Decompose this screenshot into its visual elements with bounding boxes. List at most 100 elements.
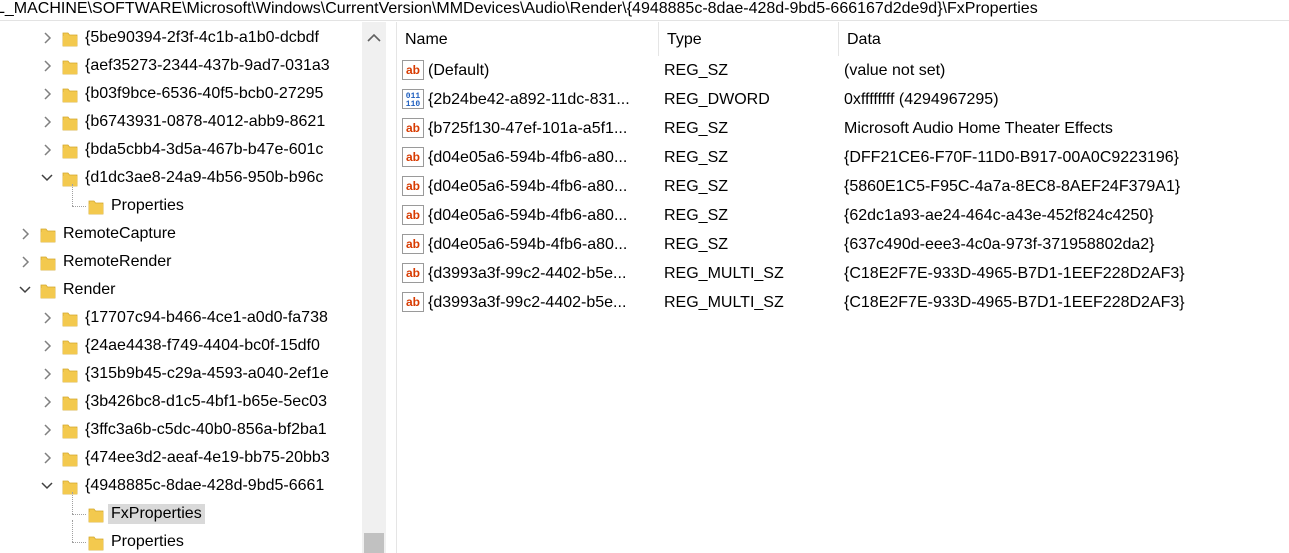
tree-item[interactable]: {3b426bc8-d1c5-4bf1-b65e-5ec03	[0, 388, 362, 416]
svg-text:ab: ab	[406, 121, 420, 135]
value-type-cell: REG_SZ	[664, 207, 729, 224]
tree-connector	[72, 492, 73, 514]
folder-icon	[40, 254, 56, 271]
tree-item-label: {aef35273-2344-437b-9ad7-031a3	[85, 57, 330, 74]
tree-item[interactable]: {3ffc3a6b-c5dc-40b0-856a-bf2ba1	[0, 416, 362, 444]
string-value-icon: ab	[402, 118, 424, 138]
address-bar[interactable]: L_MACHINE\SOFTWARE\Microsoft\Windows\Cur…	[0, 0, 1289, 21]
chevron-down-icon[interactable]	[18, 282, 32, 298]
string-value-icon: ab	[402, 176, 424, 196]
tree-item[interactable]: RemoteRender	[0, 248, 362, 276]
folder-icon	[88, 198, 104, 215]
tree-connector	[72, 520, 73, 542]
column-header-data[interactable]: Data	[839, 22, 1289, 56]
tree-item-label: Properties	[111, 197, 184, 214]
chevron-down-icon[interactable]	[40, 478, 54, 494]
table-row[interactable]: ab {d04e05a6-594b-4fb6-a80... REG_SZ {DFF21…	[397, 143, 1289, 172]
tree-item[interactable]: Properties	[0, 528, 362, 553]
value-name-cell: {d3993a3f-99c2-4402-b5e...	[428, 294, 627, 311]
table-row[interactable]: ab {b725f130-47ef-101a-a5f1... REG_SZ Micro…	[397, 114, 1289, 143]
list-header: Name Type Data	[397, 22, 1289, 56]
svg-text:ab: ab	[406, 63, 420, 77]
tree-item-label: {bda5cbb4-3d5a-467b-b47e-601c	[85, 141, 324, 158]
tree-item[interactable]: {4948885c-8dae-428d-9bd5-6661	[0, 472, 362, 500]
table-row[interactable]: 011 110 {2b24be42-a892-11dc-831... REG_DWOR…	[397, 85, 1289, 114]
tree-item[interactable]: Render	[0, 276, 362, 304]
chevron-right-icon[interactable]	[18, 254, 32, 270]
tree-connector	[72, 514, 86, 515]
value-data-cell: Microsoft Audio Home Theater Effects	[844, 120, 1113, 137]
folder-icon	[62, 30, 78, 47]
chevron-right-icon[interactable]	[40, 338, 54, 354]
svg-text:ab: ab	[406, 150, 420, 164]
tree-item[interactable]: {bda5cbb4-3d5a-467b-b47e-601c	[0, 136, 362, 164]
chevron-right-icon[interactable]	[40, 142, 54, 158]
chevron-right-icon[interactable]	[40, 366, 54, 382]
string-value-icon: ab	[402, 147, 424, 167]
value-data-cell: {5860E1C5-F95C-4a7a-8EC8-8AEF24F379A1}	[844, 178, 1181, 195]
chevron-right-icon[interactable]	[40, 86, 54, 102]
folder-icon	[88, 534, 104, 551]
folder-icon	[62, 114, 78, 131]
chevron-right-icon[interactable]	[40, 114, 54, 130]
pane-splitter[interactable]	[386, 22, 397, 553]
chevron-right-icon[interactable]	[40, 422, 54, 438]
svg-text:ab: ab	[406, 266, 420, 280]
chevron-right-icon[interactable]	[40, 30, 54, 46]
value-data-cell: (value not set)	[844, 62, 946, 79]
tree-scrollbar[interactable]	[362, 22, 386, 553]
table-row[interactable]: ab {d04e05a6-594b-4fb6-a80... REG_SZ {5860E…	[397, 172, 1289, 201]
chevron-right-icon[interactable]	[40, 58, 54, 74]
value-type-cell: REG_SZ	[664, 149, 729, 166]
value-name-cell: {b725f130-47ef-101a-a5f1...	[428, 120, 628, 137]
folder-icon	[40, 226, 56, 243]
values-list[interactable]: Name Type Data ab (Default) REG_SZ (value n…	[397, 22, 1289, 553]
string-value-icon: ab	[402, 205, 424, 225]
tree-item-label: {24ae4438-f749-4404-bc0f-15df0	[85, 337, 320, 354]
column-header-type[interactable]: Type	[659, 22, 839, 56]
tree-item-label: {3b426bc8-d1c5-4bf1-b65e-5ec03	[85, 393, 327, 410]
tree-connector	[72, 542, 86, 543]
value-type-cell: REG_SZ	[664, 62, 729, 79]
tree-item[interactable]: {b03f9bce-6536-40f5-bcb0-27295	[0, 80, 362, 108]
registry-key-tree[interactable]: {5be90394-2f3f-4c1b-a1b0-dcbdf {aef35273-…	[0, 22, 386, 553]
tree-item[interactable]: {5be90394-2f3f-4c1b-a1b0-dcbdf	[0, 24, 362, 52]
tree-item[interactable]: {17707c94-b466-4ce1-a0d0-fa738	[0, 304, 362, 332]
chevron-right-icon[interactable]	[18, 226, 32, 242]
chevron-right-icon[interactable]	[40, 450, 54, 466]
tree-item[interactable]: {315b9b45-c29a-4593-a040-2ef1e	[0, 360, 362, 388]
tree-item[interactable]: Properties	[0, 192, 362, 220]
scroll-up-icon[interactable]	[367, 30, 381, 48]
value-type-cell: REG_MULTI_SZ	[664, 294, 784, 311]
tree-item[interactable]: {aef35273-2344-437b-9ad7-031a3	[0, 52, 362, 80]
tree-connector	[72, 184, 73, 206]
tree-item[interactable]: {b6743931-0878-4012-abb9-8621	[0, 108, 362, 136]
table-row[interactable]: ab {d3993a3f-99c2-4402-b5e... REG_MULTI_SZ…	[397, 288, 1289, 317]
table-row[interactable]: ab {d04e05a6-594b-4fb6-a80... REG_SZ {637c4…	[397, 230, 1289, 259]
tree-item[interactable]: {d1dc3ae8-24a9-4b56-950b-b96c	[0, 164, 362, 192]
value-name-cell: {d04e05a6-594b-4fb6-a80...	[428, 149, 628, 166]
tree-item[interactable]: {474ee3d2-aeaf-4e19-bb75-20bb3	[0, 444, 362, 472]
tree-item[interactable]: FxProperties	[0, 500, 362, 528]
value-name-cell: {d3993a3f-99c2-4402-b5e...	[428, 265, 627, 282]
chevron-down-icon[interactable]	[40, 170, 54, 186]
folder-icon	[62, 170, 78, 187]
tree-item[interactable]: {24ae4438-f749-4404-bc0f-15df0	[0, 332, 362, 360]
table-row[interactable]: ab {d04e05a6-594b-4fb6-a80... REG_SZ {62dc1…	[397, 201, 1289, 230]
chevron-right-icon[interactable]	[40, 310, 54, 326]
tree-item-label: {b03f9bce-6536-40f5-bcb0-27295	[85, 85, 324, 102]
value-type-cell: REG_DWORD	[664, 91, 770, 108]
table-row[interactable]: ab {d3993a3f-99c2-4402-b5e... REG_MULTI_SZ…	[397, 259, 1289, 288]
chevron-right-icon[interactable]	[40, 394, 54, 410]
scrollbar-thumb[interactable]	[364, 533, 384, 553]
value-name-cell: {2b24be42-a892-11dc-831...	[428, 91, 630, 108]
tree-item-label: FxProperties	[108, 504, 205, 524]
folder-icon	[62, 310, 78, 327]
folder-icon	[88, 506, 104, 523]
column-header-name[interactable]: Name	[397, 22, 659, 56]
table-row[interactable]: ab (Default) REG_SZ (value not set)	[397, 56, 1289, 85]
string-value-icon: ab	[402, 292, 424, 312]
folder-icon	[62, 422, 78, 439]
tree-item-label: Render	[63, 281, 116, 298]
tree-item[interactable]: RemoteCapture	[0, 220, 362, 248]
